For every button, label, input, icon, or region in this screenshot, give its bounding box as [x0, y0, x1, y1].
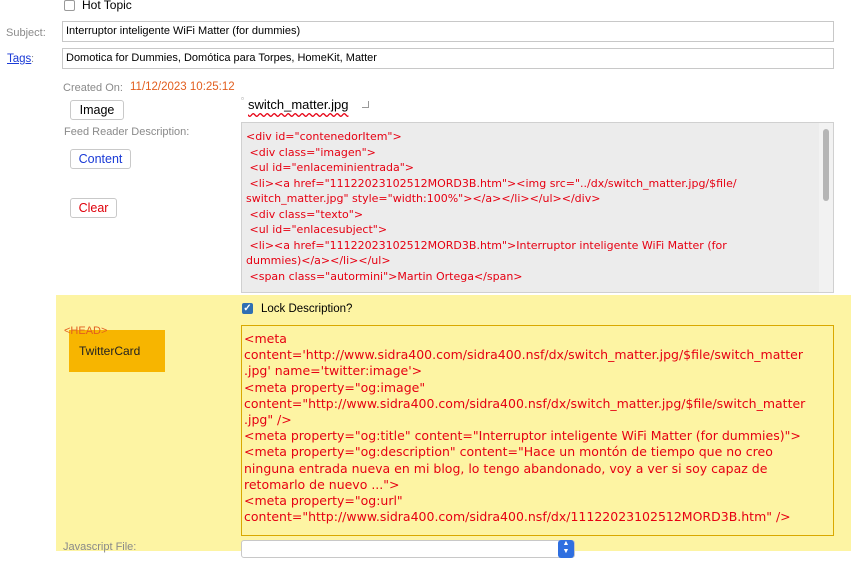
feed-description-text: <div id="contenedorItem"> <div class="im…	[246, 129, 737, 284]
image-placeholder-icon: ▫	[241, 94, 244, 103]
feed-code-line: <li><a href="11122023102512MORD3B.htm"><…	[246, 176, 737, 190]
feed-description-textarea[interactable]: <div id="contenedorItem"> <div class="im…	[241, 122, 834, 293]
tags-input[interactable]: Domotica for Dummies, Domótica para Torp…	[62, 48, 834, 69]
feed-code-line: <div class="imagen">	[246, 145, 376, 159]
head-code-line: <meta property="og:title" content="Inter…	[244, 428, 801, 444]
feed-code-line: <li><a href="11122023102512MORD3B.htm">I…	[246, 238, 727, 252]
feed-code-line: <div id="contenedorItem">	[246, 130, 402, 143]
subject-label: Subject:	[6, 27, 46, 39]
head-code-line: content='http://www.sidra400.com/sidra40…	[244, 347, 803, 363]
head-textarea[interactable]: <meta content='http://www.sidra400.com/si…	[241, 325, 834, 536]
head-code-line: .jpg' name='twitter:image'>	[244, 363, 423, 379]
hot-topic-checkbox[interactable]	[64, 0, 75, 11]
feed-scrollbar[interactable]	[819, 123, 833, 292]
lock-description-label: Lock Description?	[261, 303, 353, 315]
head-text: <meta content='http://www.sidra400.com/si…	[244, 331, 805, 525]
twitter-card-label: TwitterCard	[79, 344, 141, 358]
head-code-line: ninguna entrada nueva en mi blog, lo ten…	[244, 460, 768, 476]
feed-scrollbar-thumb[interactable]	[823, 129, 829, 201]
head-code-line: <meta	[244, 331, 287, 346]
created-value: 11/12/2023 10:25:12	[130, 81, 235, 93]
clear-button[interactable]: Clear	[70, 198, 117, 218]
feed-code-line: <ul id="enlacesubject">	[246, 223, 388, 236]
hot-topic-label: Hot Topic	[82, 0, 132, 12]
head-code-line: .jpg" />	[244, 412, 292, 428]
head-code-line: retomarlo de nuevo ...">	[244, 476, 400, 492]
head-code-line: <meta property="og:image"	[244, 379, 426, 395]
feed-code-line: switch_matter.jpg" style="width:100%"></…	[246, 192, 601, 205]
head-code-line: <meta property="og:url"	[244, 493, 403, 509]
tags-colon: :	[31, 53, 35, 65]
subject-input[interactable]: Interruptor inteligente WiFi Matter (for…	[62, 21, 834, 42]
select-chevron-icon[interactable]: ▲ ▼	[558, 540, 574, 558]
content-button[interactable]: Content	[70, 149, 131, 169]
tags-link[interactable]: Tags	[7, 53, 31, 65]
head-label: <HEAD>	[64, 325, 108, 337]
javascript-file-select[interactable]: ▲ ▼	[241, 540, 575, 558]
javascript-file-label: Javascript File:	[63, 541, 137, 553]
feed-code-line: dummies)</a></li></ul>	[246, 254, 391, 267]
feed-code-line: <div class="texto">	[246, 207, 364, 221]
created-label: Created On:	[63, 82, 123, 94]
image-button[interactable]: Image	[70, 100, 124, 120]
feed-reader-label: Feed Reader Description:	[64, 126, 190, 138]
head-code-line: <meta property="og:description" content=…	[244, 444, 773, 460]
head-code-line: content="http://www.sidra400.com/sidra40…	[244, 395, 806, 411]
feed-code-line: <ul id="enlaceminientrada">	[246, 161, 415, 174]
resize-handle-icon	[362, 101, 369, 108]
image-filename: switch_matter.jpg	[248, 97, 349, 112]
head-code-line: content="http://www.sidra400.com/sidra40…	[244, 509, 791, 525]
feed-code-line: <span class="autormini">Martin Ortega</s…	[246, 269, 523, 283]
lock-description-checkbox[interactable]	[242, 303, 253, 314]
